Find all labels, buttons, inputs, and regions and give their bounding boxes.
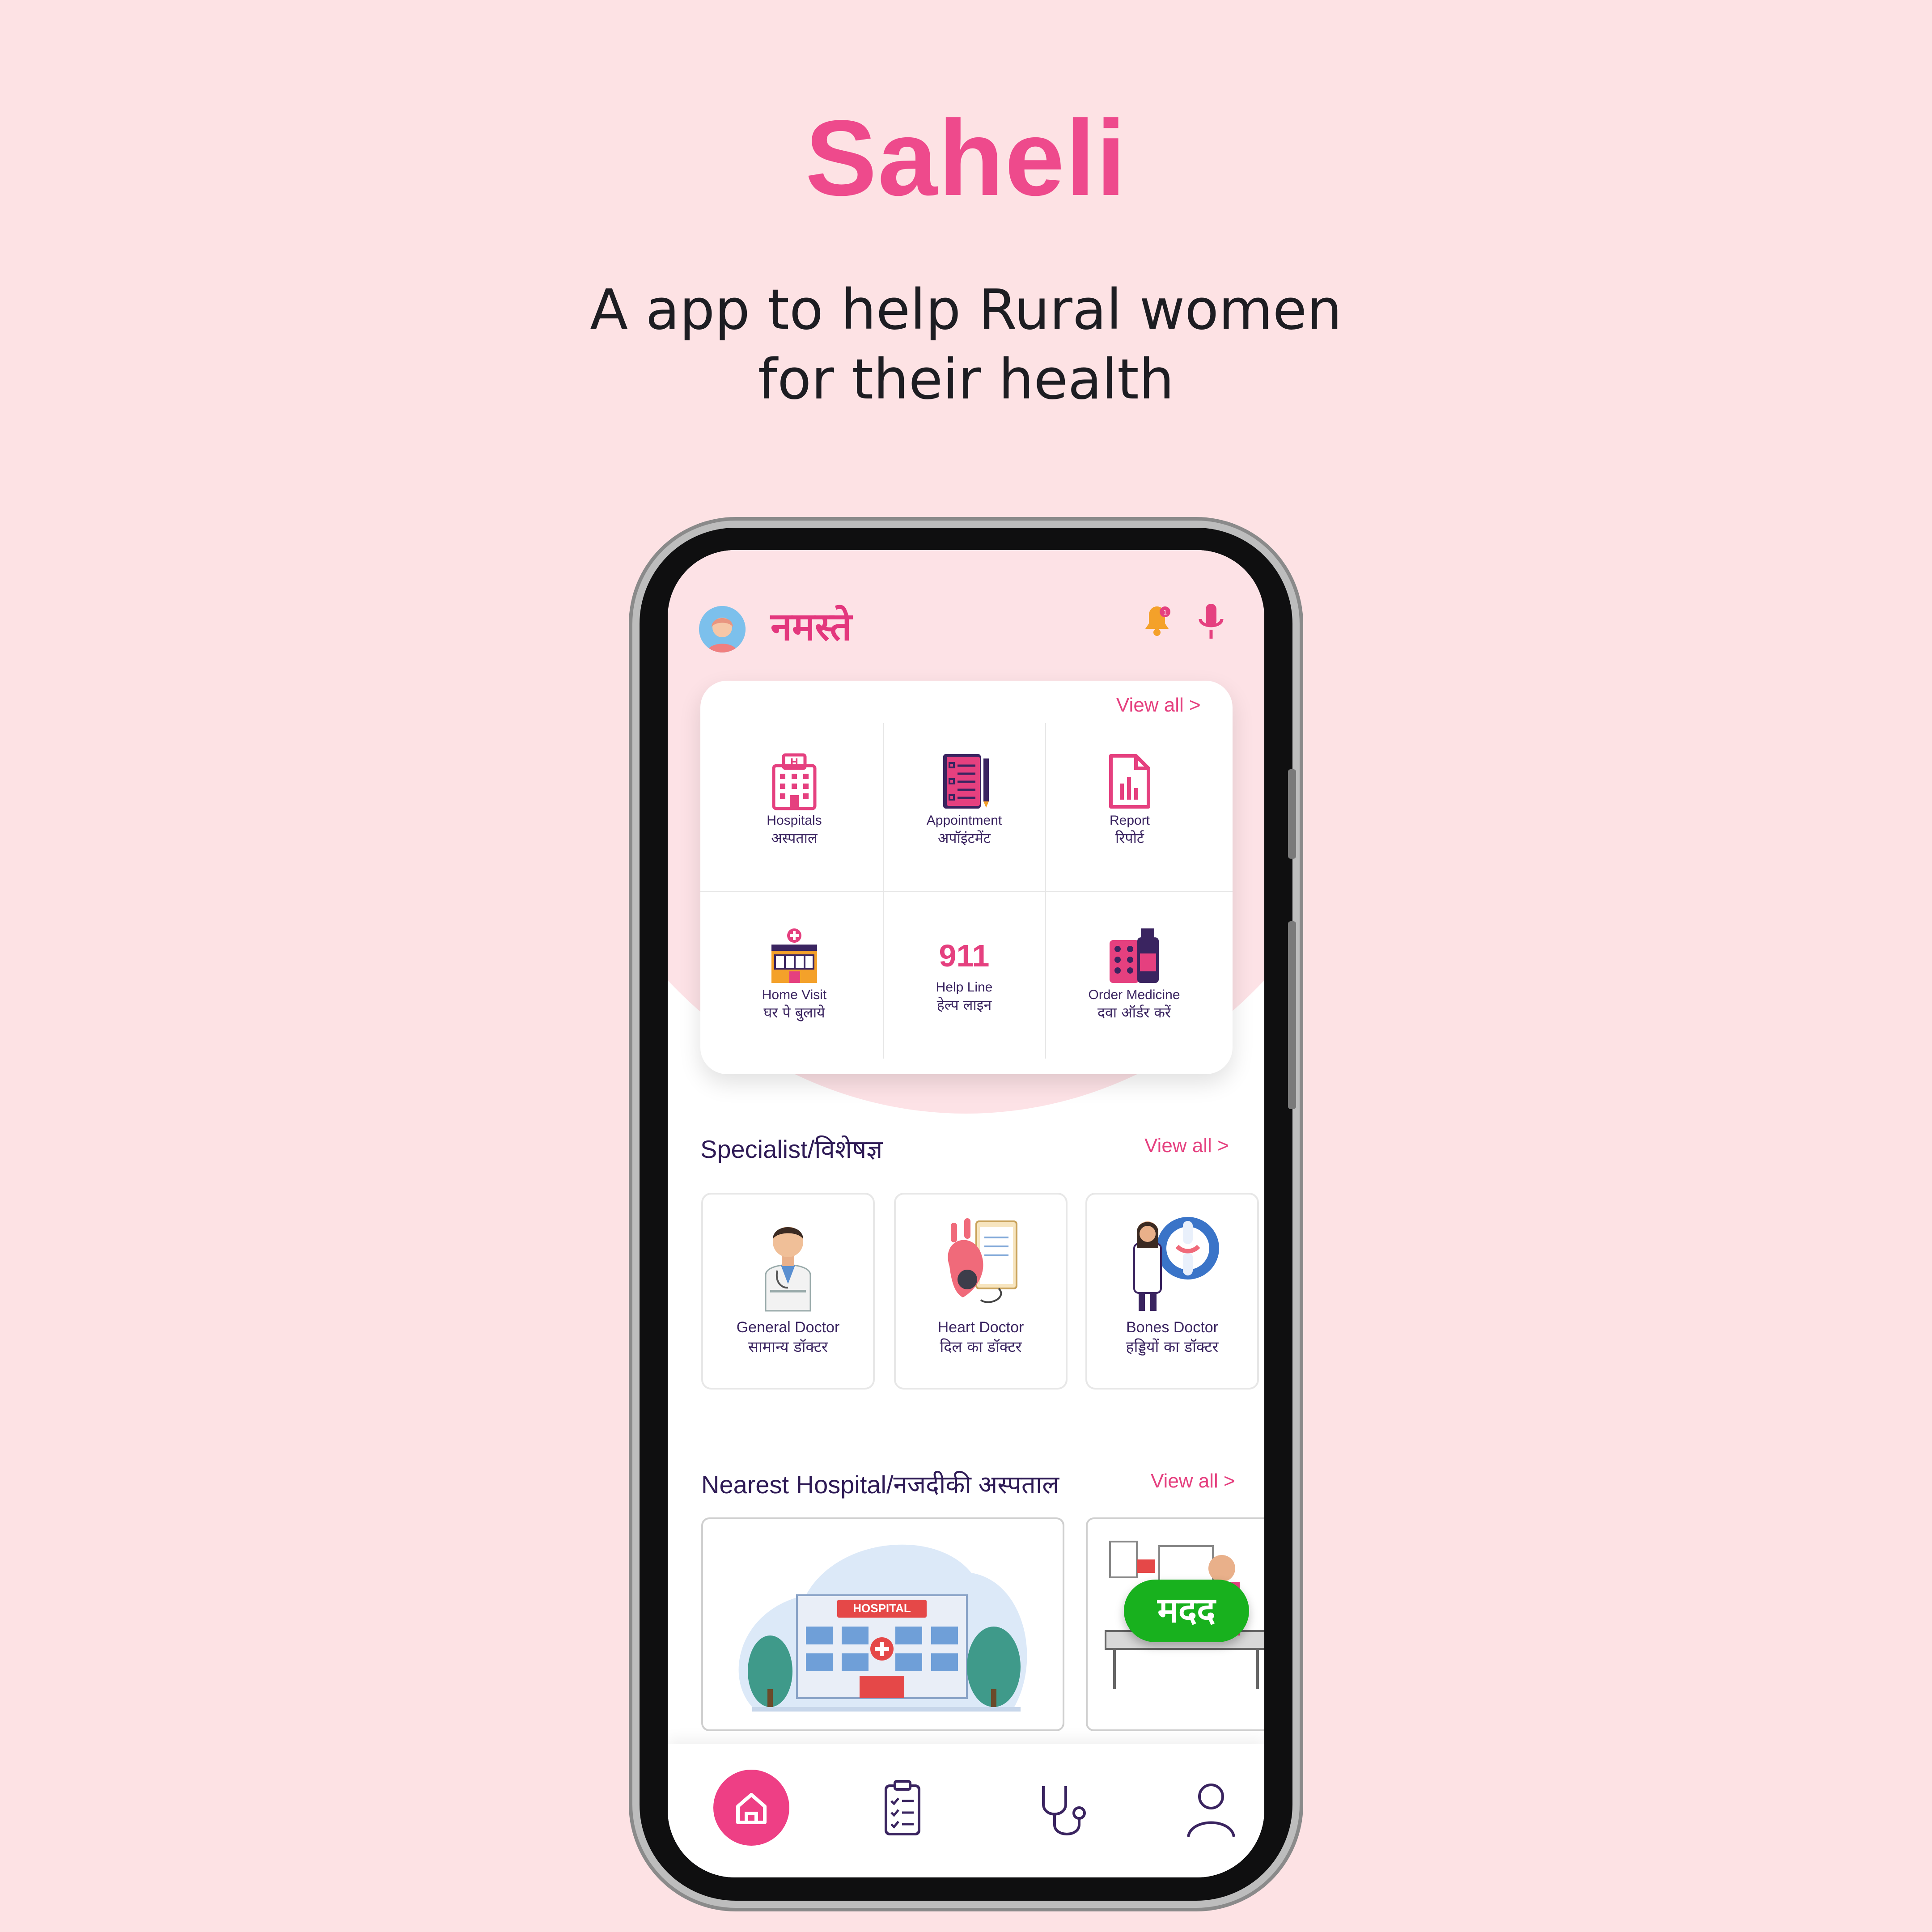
phone-side-button <box>1288 921 1296 1109</box>
specialist-label-en: Heart Doctor <box>937 1319 1024 1336</box>
report-document-icon <box>1109 754 1150 809</box>
hospital-card[interactable]: HOSPITAL <box>701 1517 1064 1731</box>
nav-home[interactable] <box>713 1770 789 1846</box>
help-button[interactable]: मदद <box>1124 1580 1249 1642</box>
checklist-clipboard-icon <box>885 1780 920 1835</box>
brand-subtitle: A app to help Rural women for their heal… <box>0 275 1932 415</box>
hospital-sign: HOSPITAL <box>853 1602 911 1615</box>
nav-checklist[interactable] <box>873 1778 932 1840</box>
hospital-building-icon: H <box>772 753 817 810</box>
home-icon <box>736 1793 767 1824</box>
service-label-en: Report <box>1109 813 1150 828</box>
appointment-notebook-icon <box>943 754 989 809</box>
clinic-building-icon <box>771 928 817 983</box>
avatar[interactable] <box>699 606 746 652</box>
profile-user-icon <box>1187 1784 1235 1837</box>
microphone-icon[interactable] <box>1193 600 1229 645</box>
specialist-label: Heart Doctor दिल का डॉक्टर <box>896 1318 1066 1357</box>
service-label-hi: दवा ऑर्डर करें <box>1097 1004 1171 1021</box>
bottom-navigation <box>668 1744 1264 1877</box>
service-label-hi: घर पे बुलाये <box>763 1004 825 1021</box>
bones-doctor-illustration <box>1133 1217 1219 1311</box>
service-label-hi: अपॉइंटमेंट <box>937 830 991 847</box>
service-label-en: Appointment <box>926 813 1002 828</box>
services-view-all-link[interactable]: View all > <box>1116 694 1201 716</box>
phone-screen: नमस्ते 1 View all > H Hospitals अस्पताल … <box>668 550 1264 1877</box>
general-doctor-illustration <box>765 1227 811 1312</box>
service-label-en: Home Visit <box>762 987 827 1002</box>
service-order-medicine[interactable]: Order Medicine दवा ऑर्डर करें <box>1054 927 1215 1021</box>
medicine-bottles-icon <box>1110 928 1159 983</box>
hospital-section-title: Nearest Hospital/नजदीकी अस्पताल <box>701 1470 1059 1499</box>
brand-title: Saheli <box>805 98 1127 218</box>
service-label-en: Hospitals <box>767 813 822 828</box>
stethoscope-icon <box>1042 1786 1086 1835</box>
specialist-label-hi: दिल का डॉक्टर <box>940 1338 1022 1356</box>
nav-profile[interactable] <box>1182 1778 1240 1845</box>
specialist-label: General Doctor सामान्य डॉक्टर <box>703 1318 873 1357</box>
helpline-number: 911 <box>939 938 990 973</box>
greeting: नमस्ते <box>771 605 852 649</box>
service-label-hi: अस्पताल <box>771 830 818 847</box>
service-appointment[interactable]: Appointment अपॉइंटमेंट <box>888 752 1040 847</box>
hospital-view-all-link[interactable]: View all > <box>1151 1470 1235 1492</box>
hospital-illustration: HOSPITAL <box>738 1544 1027 1712</box>
service-help-line[interactable]: 911 Help Line हेल्प लाइन <box>888 938 1040 1014</box>
service-label-en: Help Line <box>936 980 993 995</box>
specialist-label-en: General Doctor <box>736 1319 840 1336</box>
svg-text:H: H <box>790 756 798 768</box>
service-hospitals[interactable]: H Hospitals अस्पताल <box>718 752 870 847</box>
subtitle-line-2: for their health <box>758 347 1174 412</box>
service-label-hi: हेल्प लाइन <box>936 996 992 1013</box>
nav-doctors[interactable] <box>1034 1780 1097 1843</box>
subtitle-line-1: A app to help Rural women <box>590 278 1342 342</box>
specialist-label: Bones Doctor हड्डियों का डॉक्टर <box>1087 1318 1257 1357</box>
specialist-card-heart-doctor[interactable]: Heart Doctor दिल का डॉक्टर <box>894 1193 1068 1390</box>
service-report[interactable]: Report रिपोर्ट <box>1054 752 1206 847</box>
specialist-view-all-link[interactable]: View all > <box>1144 1135 1229 1157</box>
service-label-hi: रिपोर्ट <box>1115 830 1144 847</box>
divider <box>700 891 1233 892</box>
specialist-card-general-doctor[interactable]: General Doctor सामान्य डॉक्टर <box>701 1193 875 1390</box>
specialist-label-hi: हड्डियों का डॉक्टर <box>1126 1338 1219 1356</box>
specialist-label-hi: सामान्य डॉक्टर <box>748 1338 828 1356</box>
specialist-card-bones-doctor[interactable]: Bones Doctor हड्डियों का डॉक्टर <box>1085 1193 1259 1390</box>
heart-doctor-illustration <box>948 1218 1017 1303</box>
specialist-section-title: Specialist/विशेषज्ञ <box>700 1135 883 1163</box>
specialist-label-en: Bones Doctor <box>1126 1319 1218 1336</box>
phone-side-button <box>1288 769 1296 859</box>
notification-count: 1 <box>1163 609 1167 616</box>
notification-bell-icon[interactable]: 1 <box>1139 601 1175 641</box>
service-label-en: Order Medicine <box>1088 987 1180 1002</box>
service-home-visit[interactable]: Home Visit घर पे बुलाये <box>718 927 870 1021</box>
services-card: View all > H Hospitals अस्पताल Appointme… <box>700 681 1233 1074</box>
